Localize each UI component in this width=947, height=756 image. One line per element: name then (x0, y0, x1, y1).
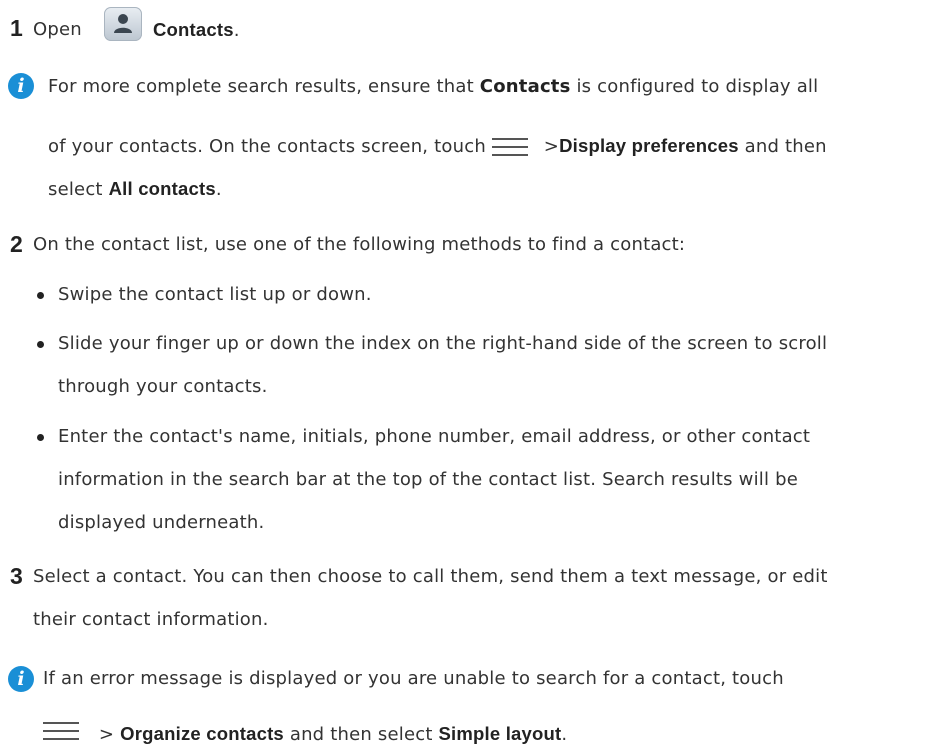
menu-icon (491, 137, 528, 157)
simple-layout-label: Simple layout (438, 723, 562, 744)
step-1-text: Open (33, 18, 82, 42)
all-contacts-label: All contacts (108, 178, 216, 199)
bullet-1 (37, 292, 44, 299)
note-1-line-2-text: of your contacts. On the contacts screen… (48, 136, 486, 157)
bullet-3-line-1: Enter the contact's name, initials, phon… (58, 426, 811, 447)
step-3-line-1: Select a contact. You can then choose to… (33, 566, 828, 587)
display-preferences-label: Display preferences (559, 135, 739, 156)
step-1-open-label: Open (33, 19, 82, 40)
step-2-number: 2 (10, 231, 23, 257)
note-1-contacts-bold: Contacts (479, 76, 571, 97)
note-1-line-2-post: and then (744, 136, 827, 157)
note-1-gt: > (543, 136, 560, 157)
contacts-app-icon (104, 7, 142, 41)
note-1-select: select (48, 179, 103, 200)
note-2-line-1: If an error message is displayed or you … (43, 668, 784, 689)
bullet-1-line-1: Swipe the contact list up or down. (58, 284, 372, 305)
step-1-period: . (233, 20, 240, 41)
organize-contacts-label: Organize contacts (120, 723, 284, 744)
note-2-and-then-select: and then select (289, 724, 433, 745)
note-2-period: . (561, 724, 568, 745)
note-1-line-3: select All contacts. (48, 177, 222, 202)
note-1-period: . (215, 179, 222, 200)
bullet-3-line-3: displayed underneath. (58, 512, 265, 533)
menu-icon-2 (43, 721, 79, 741)
step-3-number: 3 (10, 563, 23, 589)
note-1-line-1: For more complete search results, ensure… (48, 75, 818, 99)
note-1-text: For more complete search results, ensure… (48, 76, 474, 97)
info-icon-2: i (8, 666, 34, 692)
note-2-gt: > (98, 724, 115, 745)
step-1-app-name-line: Contacts. (153, 18, 240, 43)
contacts-app-name: Contacts (153, 19, 234, 40)
bullet-2-line-2: through your contacts. (58, 376, 268, 397)
bullet-2-line-1: Slide your finger up or down the index o… (58, 333, 828, 354)
step-3-line-2: their contact information. (33, 609, 269, 630)
bullet-3 (37, 434, 44, 441)
step-1-number: 1 (10, 15, 23, 41)
step-2-text: On the contact list, use one of the foll… (33, 234, 686, 255)
bullet-3-line-2: information in the search bar at the top… (58, 469, 799, 490)
note-1-text-post: is configured to display all (576, 76, 819, 97)
bullet-2 (37, 341, 44, 348)
note-2-line-2: > Organize contacts and then select Simp… (43, 722, 567, 747)
info-icon: i (8, 73, 34, 99)
note-1-line-2: of your contacts. On the contacts screen… (48, 134, 827, 159)
